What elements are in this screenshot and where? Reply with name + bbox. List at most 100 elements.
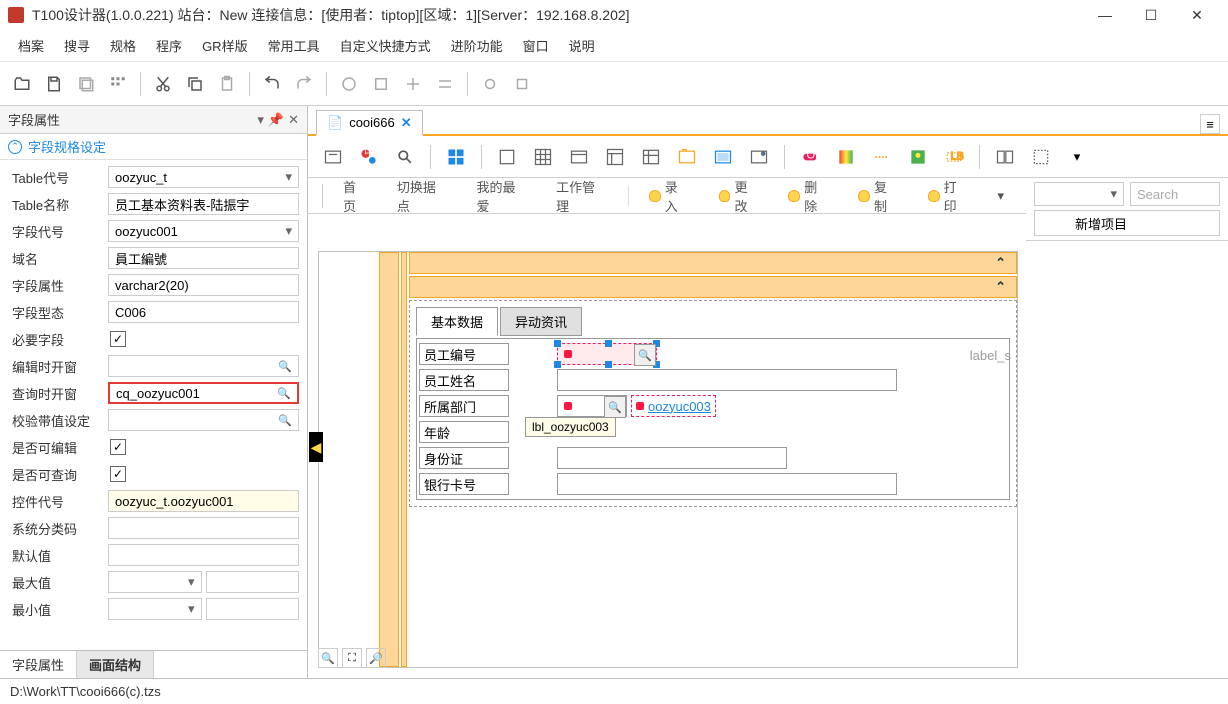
collapse-left-icon[interactable]: ◀ <box>309 432 323 462</box>
widget-16-icon[interactable] <box>903 142 933 172</box>
nav-switch[interactable]: 切换据点 <box>385 173 461 219</box>
extra-field-label[interactable]: oozyuc003 <box>631 395 716 417</box>
menu-window[interactable]: 窗口 <box>513 30 559 61</box>
default-val-input[interactable] <box>108 544 299 566</box>
nav-fav[interactable]: 我的最爱 <box>465 173 541 219</box>
field-attr-input[interactable]: varchar2(20) <box>108 274 299 296</box>
nav-delete[interactable]: 删除 <box>776 173 842 219</box>
field-emp-no-input[interactable]: 🔍 <box>557 343 657 365</box>
form-tab-change[interactable]: 异动资讯 <box>500 307 582 336</box>
field-bankcard-input[interactable] <box>557 473 897 495</box>
tab-field-prop[interactable]: 字段属性 <box>0 651 77 678</box>
filter-combo[interactable] <box>1034 182 1124 206</box>
nav-more-icon[interactable]: ▾ <box>985 184 1016 208</box>
canvas[interactable]: ◀ ⌃ ⌃ 基本数据 异动资讯 员工编号 <box>308 241 1228 678</box>
tab-layout[interactable]: 画面结构 <box>77 651 154 678</box>
add-item-button[interactable]: 新增项目 <box>1034 210 1220 236</box>
nav-copy[interactable]: 复制 <box>846 173 912 219</box>
lookup-icon[interactable]: 🔍 <box>604 396 626 418</box>
edit-window-input[interactable] <box>108 355 299 377</box>
widget-2-icon[interactable]: 中 <box>354 142 384 172</box>
toolbar-more-icon[interactable]: ▾ <box>1062 142 1092 172</box>
sys-category-input[interactable] <box>108 517 299 539</box>
field-code-input[interactable]: oozyuc001 <box>108 220 299 242</box>
widget-7-icon[interactable] <box>564 142 594 172</box>
validate-input[interactable] <box>108 409 299 431</box>
widget-8-icon[interactable] <box>600 142 630 172</box>
widget-14-icon[interactable] <box>831 142 861 172</box>
menu-program[interactable]: 程序 <box>146 30 192 61</box>
widget-5-icon[interactable] <box>492 142 522 172</box>
widget-10-icon[interactable] <box>672 142 702 172</box>
menu-file[interactable]: 档案 <box>8 30 54 61</box>
max-val-input2[interactable] <box>206 571 300 593</box>
header-bar-1[interactable]: ⌃ <box>409 252 1017 274</box>
save-all-icon[interactable] <box>72 70 100 98</box>
form-tab-basic[interactable]: 基本数据 <box>416 307 498 336</box>
doc-menu-button[interactable]: ≡ <box>1200 114 1220 134</box>
field-emp-name-input[interactable] <box>557 369 897 391</box>
field-dept-input[interactable]: 🔍 <box>557 395 627 417</box>
menu-search[interactable]: 搜寻 <box>54 30 100 61</box>
panel-close-icon[interactable]: ✕ <box>288 112 299 128</box>
required-checkbox[interactable]: ✓ <box>110 331 126 347</box>
widget-17-icon[interactable]: LB <box>939 142 969 172</box>
nav-work[interactable]: 工作管理 <box>544 173 620 219</box>
tool-c-icon[interactable] <box>399 70 427 98</box>
header-bar-2[interactable]: ⌃ <box>409 276 1017 298</box>
table-code-input[interactable]: oozyuc_t <box>108 166 299 188</box>
search-input[interactable]: Search <box>1130 182 1220 206</box>
tool-b-icon[interactable] <box>367 70 395 98</box>
grid-icon[interactable] <box>104 70 132 98</box>
widget-4-icon[interactable] <box>441 142 471 172</box>
widget-1-icon[interactable] <box>318 142 348 172</box>
doc-tab-close-icon[interactable]: ✕ <box>401 115 412 131</box>
tool-e-icon[interactable] <box>476 70 504 98</box>
widget-11-icon[interactable] <box>708 142 738 172</box>
queryable-checkbox[interactable]: ✓ <box>110 466 126 482</box>
open-icon[interactable] <box>8 70 36 98</box>
zoom-fit-icon[interactable]: ⛶ <box>342 648 362 668</box>
panel-pin-icon[interactable]: 📌 <box>268 112 284 128</box>
editable-checkbox[interactable]: ✓ <box>110 439 126 455</box>
zoom-out-icon[interactable]: 🔍 <box>318 648 338 668</box>
save-icon[interactable] <box>40 70 68 98</box>
menu-advanced[interactable]: 进阶功能 <box>441 30 513 61</box>
cut-icon[interactable] <box>149 70 177 98</box>
nav-print[interactable]: 打印 <box>916 173 982 219</box>
copy-icon[interactable] <box>181 70 209 98</box>
tool-d-icon[interactable] <box>431 70 459 98</box>
tool-a-icon[interactable] <box>335 70 363 98</box>
control-code-input[interactable]: oozyuc_t.oozyuc001 <box>108 490 299 512</box>
field-type-input[interactable]: C006 <box>108 301 299 323</box>
widget-13-icon[interactable]: OK <box>795 142 825 172</box>
widget-6-icon[interactable] <box>528 142 558 172</box>
widget-3-icon[interactable] <box>390 142 420 172</box>
minimize-button[interactable]: — <box>1082 0 1128 30</box>
query-window-input[interactable]: cq_oozyuc001 <box>108 382 299 404</box>
redo-icon[interactable] <box>290 70 318 98</box>
widget-9-icon[interactable] <box>636 142 666 172</box>
nav-edit[interactable]: 更改 <box>707 173 773 219</box>
collapse-icon[interactable]: ⌃ <box>8 140 22 154</box>
lookup-icon[interactable]: 🔍 <box>634 344 656 366</box>
nav-home[interactable]: 首页 <box>331 173 381 219</box>
close-button[interactable]: ✕ <box>1174 0 1220 30</box>
maximize-button[interactable]: ☐ <box>1128 0 1174 30</box>
max-val-input[interactable] <box>108 571 202 593</box>
widget-19-icon[interactable] <box>1026 142 1056 172</box>
min-val-input[interactable] <box>108 598 202 620</box>
zoom-in-icon[interactable]: 🔎 <box>366 648 386 668</box>
widget-18-icon[interactable] <box>990 142 1020 172</box>
widget-12-icon[interactable] <box>744 142 774 172</box>
paste-icon[interactable] <box>213 70 241 98</box>
menu-help[interactable]: 说明 <box>559 30 605 61</box>
panel-dropdown-icon[interactable]: ▾ <box>257 112 264 128</box>
field-idcard-input[interactable] <box>557 447 787 469</box>
doc-tab[interactable]: 📄 cooi666 ✕ <box>316 110 423 136</box>
min-val-input2[interactable] <box>206 598 300 620</box>
table-name-input[interactable]: 员工基本资料表-陆振宇 <box>108 193 299 215</box>
widget-15-icon[interactable] <box>867 142 897 172</box>
menu-tools[interactable]: 常用工具 <box>258 30 330 61</box>
domain-input[interactable]: 員工編號 <box>108 247 299 269</box>
